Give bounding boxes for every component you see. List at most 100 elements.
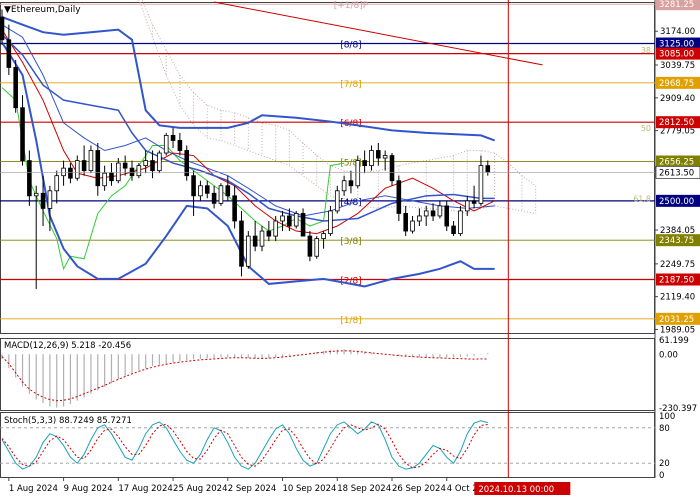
candle-body[interactable] bbox=[458, 210, 463, 234]
candle-body[interactable] bbox=[239, 220, 244, 267]
price-axis: 3174.003039.752909.402779.052384.052249.… bbox=[655, 0, 700, 335]
level-price-tag-text: 2968.75 bbox=[659, 79, 694, 89]
candle-body[interactable] bbox=[204, 185, 210, 194]
price-tick-label: 2249.75 bbox=[660, 260, 695, 270]
candle-body[interactable] bbox=[485, 165, 491, 173]
candle-body[interactable] bbox=[410, 220, 415, 232]
candle-body[interactable] bbox=[389, 155, 395, 182]
candle-body[interactable] bbox=[300, 213, 306, 237]
candle-body[interactable] bbox=[273, 220, 278, 237]
candle-body[interactable] bbox=[396, 180, 402, 214]
stoch-axis-label: 0 bbox=[659, 471, 664, 481]
candle-body[interactable] bbox=[293, 213, 299, 227]
candle-body[interactable] bbox=[417, 215, 422, 222]
murrey-level-label: [3/8] bbox=[340, 237, 362, 247]
candle-body[interactable] bbox=[252, 235, 258, 247]
candle-body[interactable] bbox=[6, 39, 12, 68]
candle-body[interactable] bbox=[423, 210, 429, 217]
candle-body[interactable] bbox=[403, 213, 408, 232]
candle-body[interactable] bbox=[157, 152, 162, 172]
candle-body[interactable] bbox=[341, 180, 347, 192]
candle-body[interactable] bbox=[170, 135, 176, 141]
fib-label: 38 bbox=[641, 46, 651, 55]
time-tick-label: 10 Sep 2024 bbox=[283, 484, 337, 494]
candle-body[interactable] bbox=[95, 150, 101, 187]
candle-body[interactable] bbox=[88, 150, 94, 172]
chart-title: ▼Ethereum,Daily bbox=[4, 5, 81, 15]
candle-body[interactable] bbox=[191, 175, 196, 197]
price-tick-label: 2119.40 bbox=[660, 293, 695, 303]
candle-body[interactable] bbox=[328, 210, 333, 234]
candle-body[interactable] bbox=[116, 162, 121, 182]
candle-body[interactable] bbox=[109, 172, 114, 182]
trading-chart[interactable]: [+1/8]P[8/8][7/8][6/8][5/8][4/8][3/8][2/… bbox=[0, 0, 700, 500]
candle-body[interactable] bbox=[136, 165, 142, 177]
level-price-tag-text: 2500.00 bbox=[659, 197, 694, 207]
macd-label: MACD(12,26,9) 5.218 -20.456 bbox=[4, 341, 131, 351]
level-price-tag-text: 2031.25 bbox=[659, 315, 694, 325]
macd-axis-label: 61.199 bbox=[659, 336, 689, 346]
candle-body[interactable] bbox=[20, 107, 25, 161]
level-price-tag-text: 2343.75 bbox=[659, 236, 694, 246]
candle-body[interactable] bbox=[198, 185, 203, 197]
candle-body[interactable] bbox=[376, 150, 381, 159]
candle-body[interactable] bbox=[348, 180, 354, 187]
candle-body[interactable] bbox=[287, 215, 292, 227]
candle-body[interactable] bbox=[232, 195, 237, 222]
candle-body[interactable] bbox=[74, 160, 80, 179]
candle-body[interactable] bbox=[102, 172, 107, 187]
candle-body[interactable] bbox=[334, 190, 340, 212]
candle-body[interactable] bbox=[478, 165, 484, 204]
candle-body[interactable] bbox=[444, 205, 450, 227]
candle-body[interactable] bbox=[143, 160, 148, 167]
candle-body[interactable] bbox=[355, 160, 361, 187]
candle-body[interactable] bbox=[184, 150, 190, 177]
candle-body[interactable] bbox=[68, 167, 73, 179]
candle-body[interactable] bbox=[437, 205, 443, 217]
candle-body[interactable] bbox=[122, 162, 128, 169]
murrey-level-label: [7/8] bbox=[340, 80, 362, 90]
candle-body[interactable] bbox=[40, 192, 46, 209]
candle-body[interactable] bbox=[280, 215, 285, 222]
current-price-tag-text: 2613.50 bbox=[659, 168, 694, 178]
level-price-tag-text: 3085.00 bbox=[659, 50, 694, 60]
candle-body[interactable] bbox=[13, 67, 18, 109]
candle-body[interactable] bbox=[61, 167, 66, 177]
candle-body[interactable] bbox=[464, 200, 470, 212]
time-tick-label: 25 Aug 2024 bbox=[173, 484, 227, 494]
fib-label: 50 bbox=[641, 124, 651, 133]
candle-body[interactable] bbox=[314, 238, 320, 257]
candle-body[interactable] bbox=[129, 167, 135, 177]
candle-body[interactable] bbox=[369, 150, 374, 167]
level-price-tag-text: 3281.25 bbox=[659, 0, 694, 10]
price-tick-label: 3039.75 bbox=[660, 61, 695, 71]
stoch-axis-label: 100 bbox=[659, 412, 675, 422]
candle-body[interactable] bbox=[218, 185, 224, 204]
murrey-level-label: [+1/8]P bbox=[334, 1, 369, 11]
candle-body[interactable] bbox=[163, 135, 169, 154]
candle-body[interactable] bbox=[177, 140, 183, 151]
candle-body[interactable] bbox=[27, 160, 32, 197]
candle-body[interactable] bbox=[307, 235, 313, 257]
candle-body[interactable] bbox=[0, 16, 5, 41]
fib-label: 61.8 bbox=[633, 194, 651, 203]
candle-body[interactable] bbox=[246, 235, 251, 267]
candle-body[interactable] bbox=[451, 225, 456, 234]
time-tick-label: 2 Sep 2024 bbox=[228, 484, 276, 494]
candle-body[interactable] bbox=[47, 190, 53, 209]
price-tick-label: 3174.00 bbox=[660, 27, 695, 37]
candle-body[interactable] bbox=[362, 160, 367, 167]
candle-body[interactable] bbox=[54, 175, 60, 192]
candle-body[interactable] bbox=[211, 192, 217, 204]
candle-body[interactable] bbox=[225, 185, 231, 197]
candle-body[interactable] bbox=[259, 230, 265, 247]
candle-body[interactable] bbox=[430, 210, 436, 217]
level-price-tag-text: 2812.50 bbox=[659, 118, 694, 128]
candle-body[interactable] bbox=[266, 230, 272, 237]
candle-body[interactable] bbox=[33, 192, 39, 197]
candle-body[interactable] bbox=[471, 200, 477, 204]
candle-body[interactable] bbox=[321, 233, 326, 240]
candle-body[interactable] bbox=[81, 160, 87, 172]
candle-body[interactable] bbox=[150, 160, 155, 172]
candle-body[interactable] bbox=[382, 155, 388, 159]
